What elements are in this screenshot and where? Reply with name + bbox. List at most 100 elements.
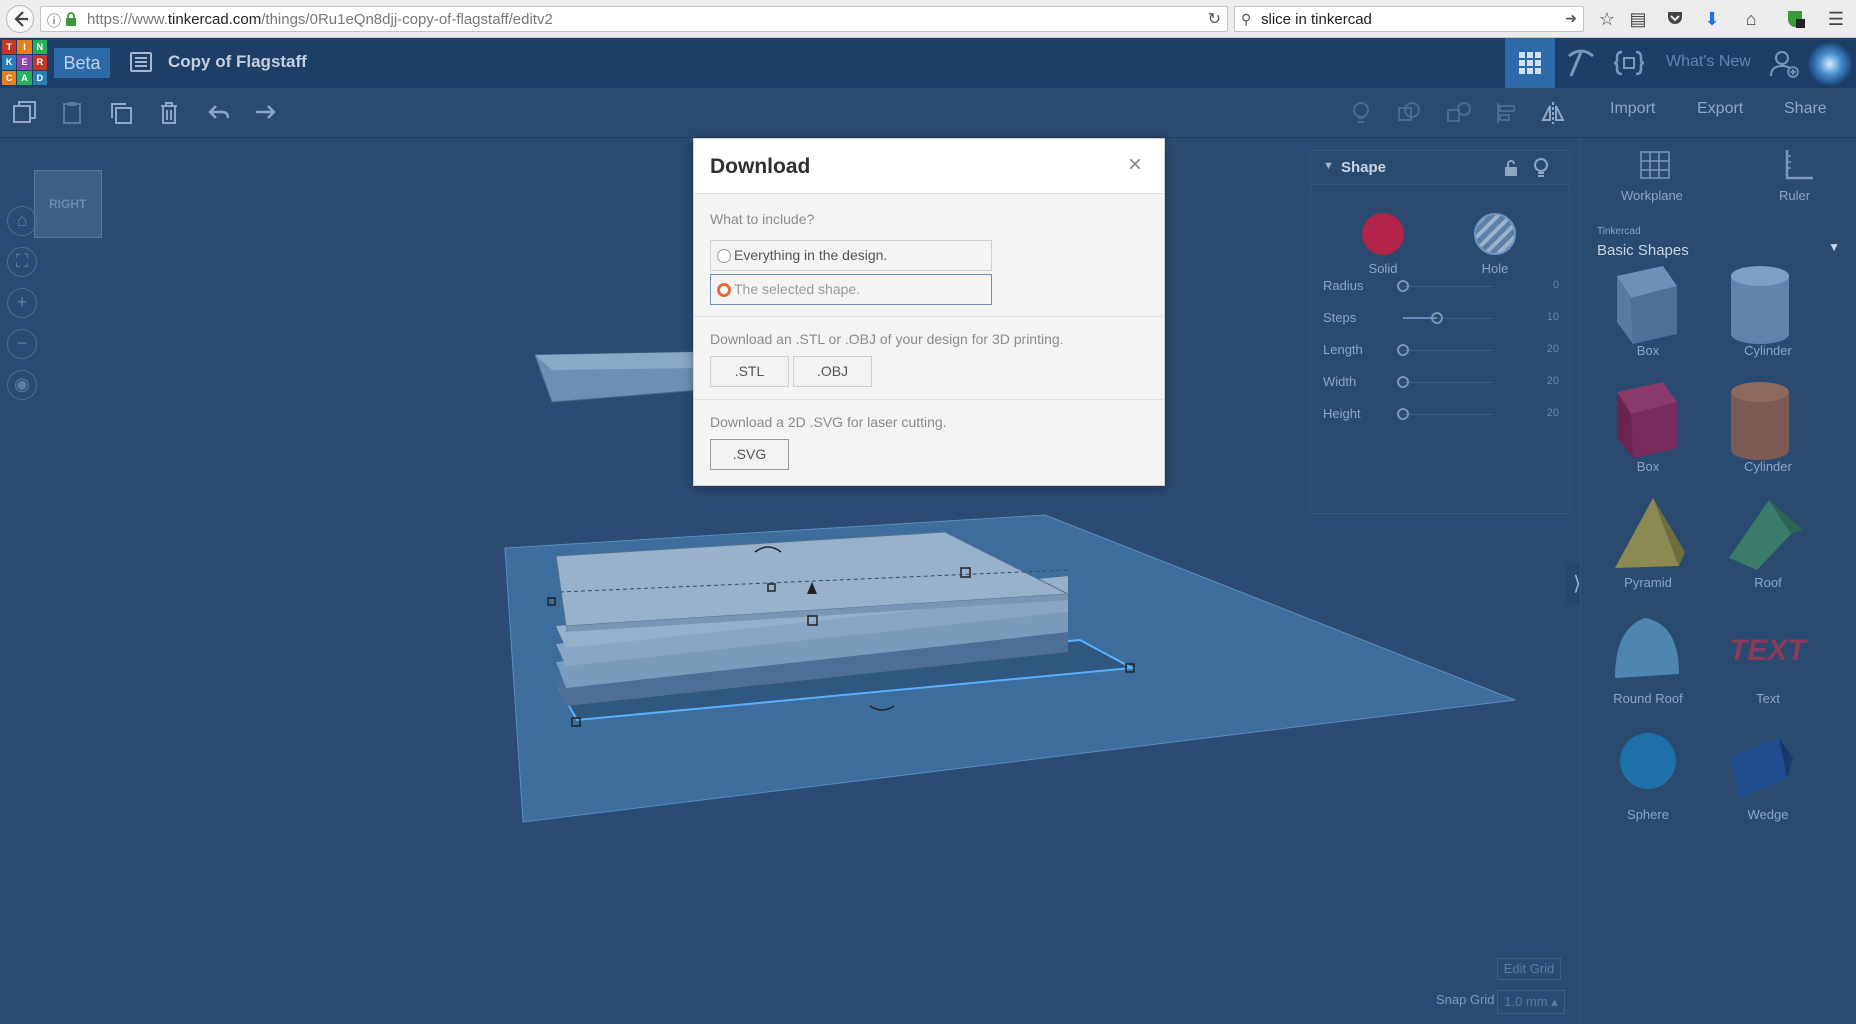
download-svg-button[interactable]: .SVG [710, 439, 789, 470]
design-title[interactable]: Copy of Flagstaff [168, 52, 307, 72]
reading-list-icon[interactable]: ▤ [1627, 8, 1649, 30]
shape-item-label[interactable]: Box [1598, 459, 1698, 474]
download-icon[interactable]: ⬇ [1701, 8, 1723, 30]
property-value[interactable]: 20 [1547, 343, 1559, 355]
url-text: https://www.tinkercad.com/things/0Ru1eQn… [87, 11, 553, 28]
address-bar[interactable]: ⓘ https://www.tinkercad.com/things/0Ru1e… [40, 6, 1228, 32]
property-slider-track[interactable] [1403, 382, 1493, 383]
lock-shape-icon[interactable] [1503, 159, 1519, 177]
share-button[interactable]: Share [1784, 100, 1827, 118]
radio-on-icon[interactable] [717, 283, 731, 297]
add-user-icon[interactable] [1768, 48, 1800, 80]
caret-down-icon[interactable]: ▼ [1323, 160, 1334, 172]
logo-letter: E [17, 55, 32, 70]
whats-new-link[interactable]: What's New [1666, 53, 1751, 71]
logo-letter: A [17, 70, 32, 85]
edit-toolbar [0, 88, 1856, 138]
property-value[interactable]: 0 [1553, 279, 1559, 291]
copy-icon[interactable] [12, 100, 38, 126]
hide-shape-lightbulb-icon[interactable] [1533, 158, 1549, 178]
shape-item-label[interactable]: Roof [1718, 575, 1818, 590]
ungroup-icon[interactable] [1446, 100, 1472, 126]
solid-label: Solid [1368, 261, 1398, 276]
property-slider-knob[interactable] [1431, 312, 1444, 324]
redo-icon[interactable] [252, 100, 278, 126]
property-value[interactable]: 20 [1547, 407, 1559, 419]
shape-item-label[interactable]: Round Roof [1598, 691, 1698, 706]
export-button[interactable]: Export [1697, 100, 1743, 118]
shape-inspector: ▼ Shape Solid Hole Radius 0 Steps 10 Length 2… [1310, 150, 1570, 514]
user-avatar[interactable] [1808, 42, 1852, 86]
code-blocks-button[interactable] [1604, 38, 1654, 88]
search-bar[interactable]: ⚲ slice in tinkercad ➜ [1234, 6, 1584, 32]
back-button[interactable] [6, 5, 34, 33]
fit-view-button[interactable]: ⛶ [7, 247, 37, 277]
paste-icon[interactable] [60, 100, 86, 126]
perspective-button[interactable]: ◉ [7, 370, 37, 400]
3d-view-button[interactable] [1505, 38, 1555, 88]
option-selected-shape-radio[interactable]: The selected shape. [710, 274, 992, 305]
shape-item-label[interactable]: Text [1718, 691, 1818, 706]
property-slider-track[interactable] [1403, 350, 1493, 351]
align-icon[interactable] [1494, 100, 1520, 126]
info-icon[interactable]: ⓘ [47, 11, 61, 31]
menu-hamburger-icon[interactable]: ☰ [1825, 8, 1847, 30]
extension-shield-icon[interactable] [1784, 8, 1806, 30]
group-icon[interactable] [1396, 100, 1422, 126]
shape-item-label[interactable]: Sphere [1598, 807, 1698, 822]
delete-icon[interactable] [156, 100, 182, 126]
property-value[interactable]: 20 [1547, 375, 1559, 387]
download-obj-button[interactable]: .OBJ [793, 356, 872, 387]
import-button[interactable]: Import [1610, 100, 1655, 118]
property-slider-knob[interactable] [1397, 376, 1409, 388]
property-width: Width 20 [1323, 372, 1559, 392]
home-icon[interactable]: ⌂ [1740, 8, 1762, 30]
lightbulb-icon[interactable] [1348, 100, 1374, 126]
undo-icon[interactable] [206, 100, 232, 126]
option-everything-radio[interactable]: Everything in the design. [710, 240, 992, 271]
logo-letter: R [32, 55, 47, 70]
shape-item-label[interactable]: Box [1598, 343, 1698, 358]
reload-icon[interactable]: ↻ [1208, 9, 1221, 29]
hole-swatch[interactable] [1474, 213, 1516, 255]
grid-icon [1519, 52, 1541, 74]
zoom-in-icon: + [16, 292, 28, 312]
close-icon[interactable]: × [1128, 153, 1142, 177]
bookmark-star-icon[interactable]: ☆ [1596, 8, 1618, 30]
property-label: Height [1323, 406, 1361, 421]
zoom-in-button[interactable]: + [7, 288, 37, 318]
design-list-icon[interactable] [130, 52, 152, 72]
blocks-view-button[interactable] [1555, 38, 1605, 88]
mirror-icon[interactable] [1540, 100, 1566, 126]
shape-item-label[interactable]: Cylinder [1718, 343, 1818, 358]
snap-grid-select[interactable]: 1.0 mm ▴ [1497, 990, 1565, 1014]
property-value[interactable]: 10 [1547, 311, 1559, 323]
zoom-out-button[interactable]: − [7, 329, 37, 359]
inspector-header[interactable]: ▼ Shape [1311, 151, 1569, 185]
edit-grid-button[interactable]: Edit Grid [1497, 958, 1561, 980]
lock-icon [66, 12, 76, 26]
solid-swatch[interactable] [1362, 213, 1404, 255]
dialog-title: Download [710, 155, 811, 178]
cylinder-shape-icon [1731, 266, 1789, 344]
download-stl-button[interactable]: .STL [710, 356, 789, 387]
home-view-button[interactable]: ⌂ [7, 206, 37, 236]
property-slider-track[interactable] [1403, 286, 1493, 287]
property-slider-knob[interactable] [1397, 280, 1409, 292]
property-height: Height 20 [1323, 404, 1559, 424]
shape-item-label[interactable]: Cylinder [1718, 459, 1818, 474]
radio-off-icon[interactable] [717, 249, 731, 263]
property-slider-track[interactable] [1403, 414, 1493, 415]
go-arrow-icon[interactable]: ➜ [1565, 10, 1577, 27]
property-slider-knob[interactable] [1397, 408, 1409, 420]
property-slider-knob[interactable] [1397, 344, 1409, 356]
shape-item-label[interactable]: Wedge [1718, 807, 1818, 822]
duplicate-icon[interactable] [108, 100, 134, 126]
view-cube[interactable]: RIGHT [34, 170, 102, 238]
pocket-icon[interactable] [1664, 8, 1686, 30]
back-arrow-icon [14, 11, 28, 27]
tinkercad-logo[interactable]: TINKERCAD [2, 40, 47, 85]
search-input[interactable]: slice in tinkercad [1261, 11, 1372, 28]
red-box-shape-icon [1617, 382, 1677, 458]
shape-item-label[interactable]: Pyramid [1598, 575, 1698, 590]
